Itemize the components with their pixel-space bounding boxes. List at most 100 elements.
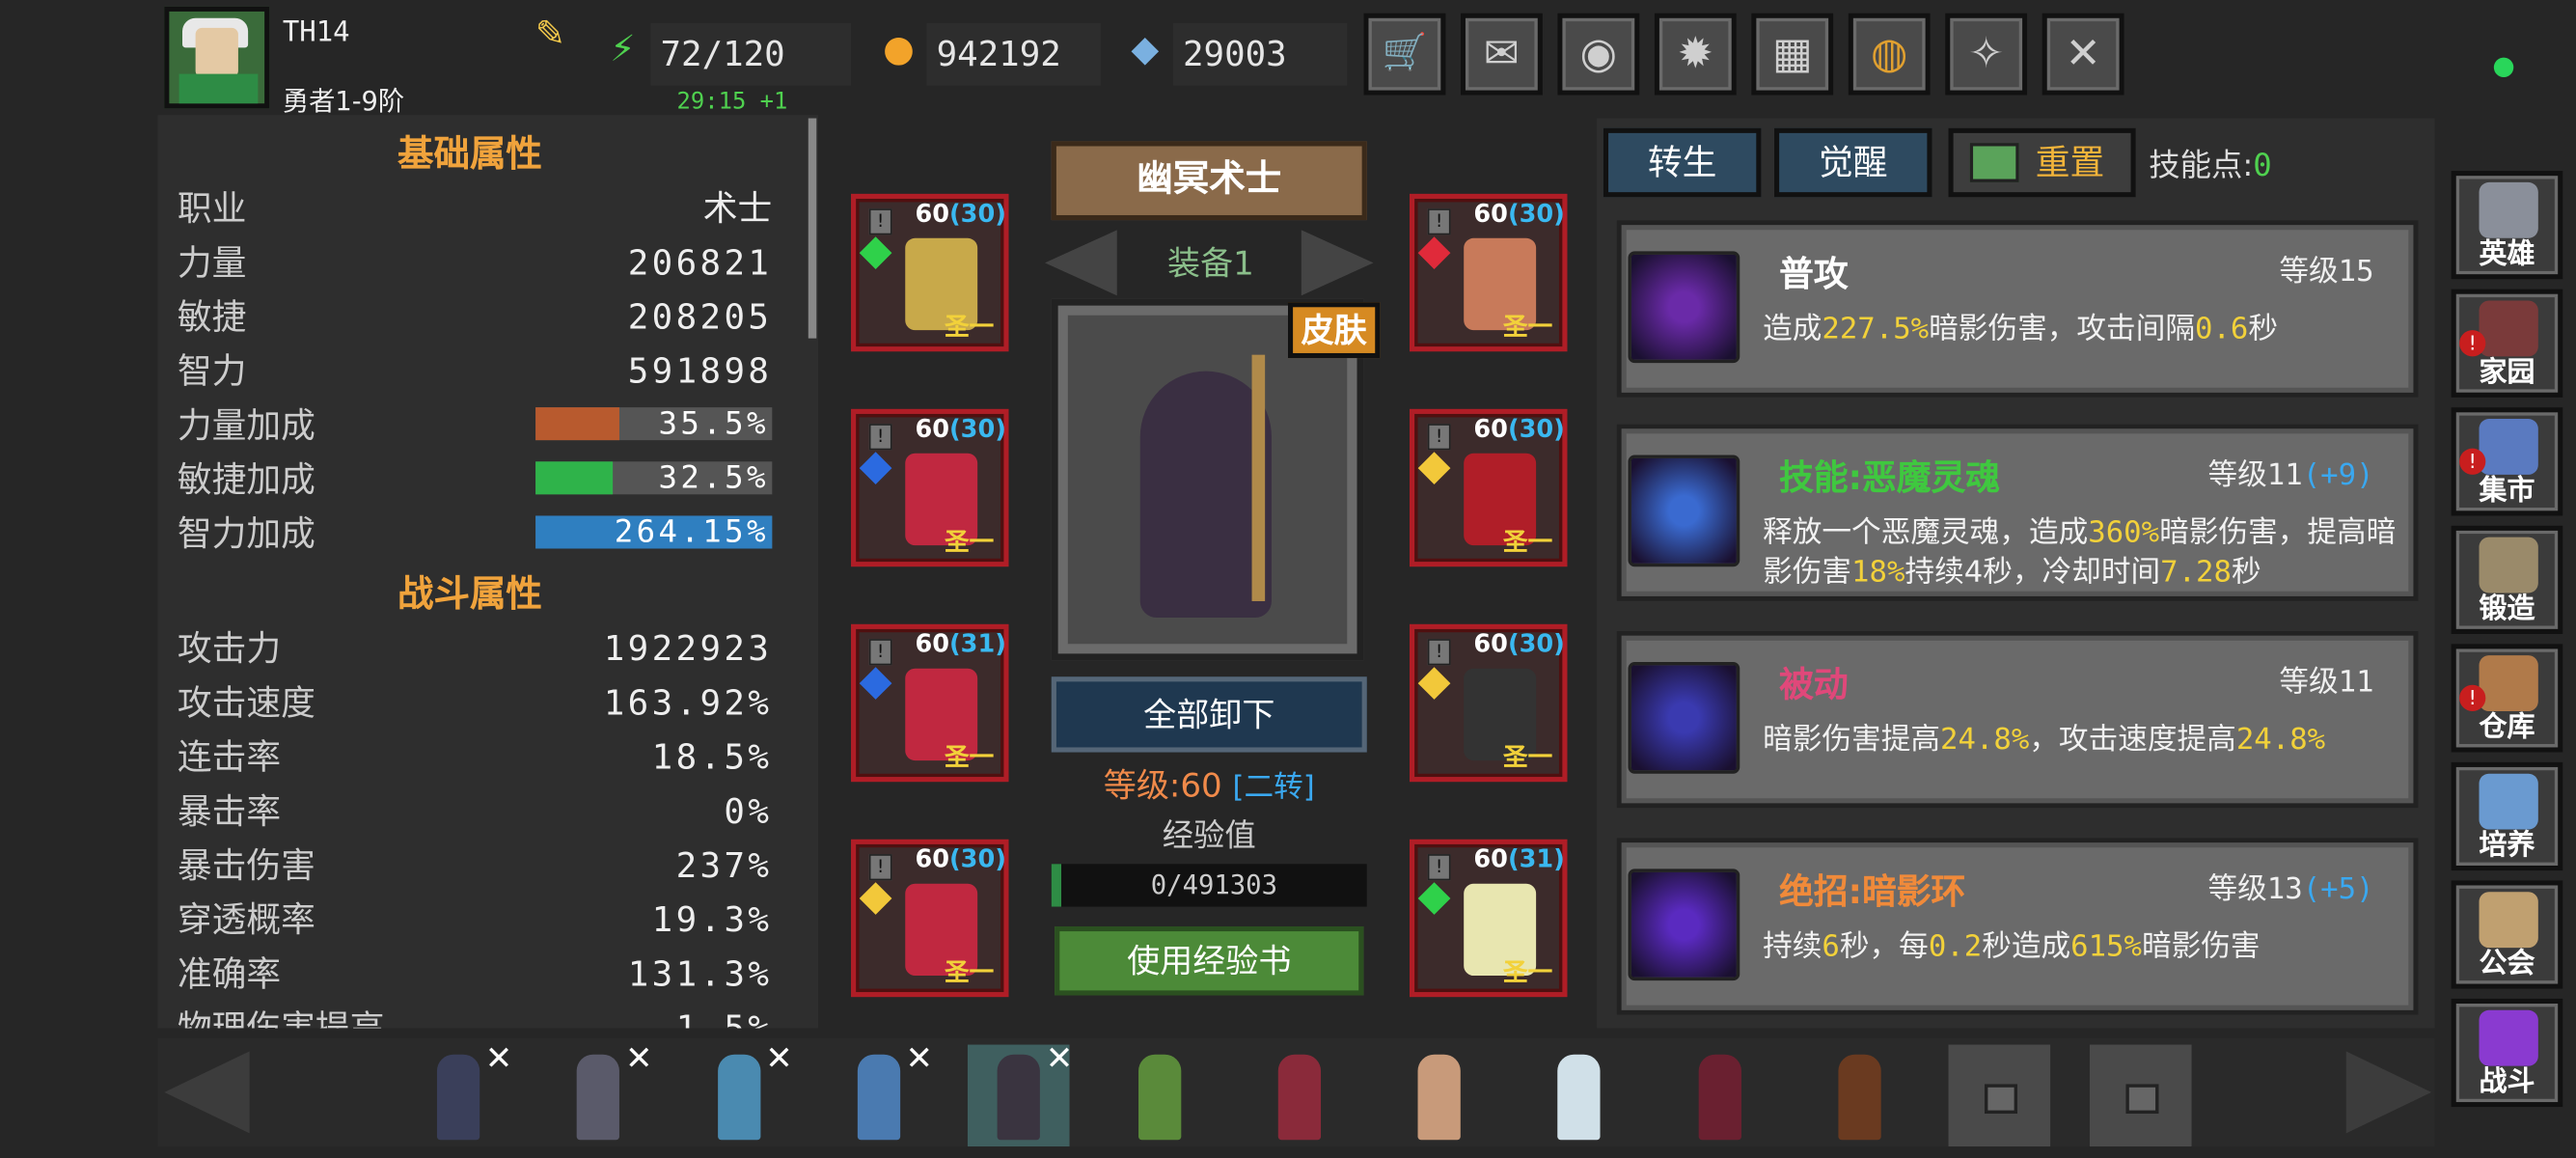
hero-slot[interactable]: [1809, 1045, 1911, 1147]
prev-equip-set-arrow-icon[interactable]: [1044, 230, 1117, 296]
remove-icon[interactable]: ✕: [625, 1038, 653, 1078]
lock-icon[interactable]: !: [868, 854, 892, 881]
nav-chest-button[interactable]: 仓库!: [2451, 644, 2563, 753]
cart-icon[interactable]: 🛒: [1363, 13, 1446, 96]
slot-level: 60(30): [915, 414, 1005, 444]
hero-slot[interactable]: ✕: [828, 1038, 933, 1147]
nav-chalice-button[interactable]: 培养: [2451, 761, 2563, 871]
skill-card[interactable]: 普攻 等级15 造成227.5%暗影伤害，攻击间隔0.6秒: [1616, 220, 2419, 398]
rebirth-tab[interactable]: 转生: [1603, 127, 1762, 198]
locked-hero-slot[interactable]: [1949, 1044, 2051, 1147]
mail-icon[interactable]: ✉: [1460, 13, 1543, 96]
nav-castle-button[interactable]: 家园!: [2451, 289, 2563, 398]
gem-icon: [1417, 452, 1451, 484]
locked-hero-slot[interactable]: [2089, 1044, 2191, 1147]
skill-text: 暗影伤害: [2141, 929, 2261, 965]
hero-level: 等级:60 [二转]: [1052, 758, 1367, 806]
stat-value: 591898: [627, 351, 773, 392]
attribute-scrollbar[interactable]: [808, 118, 817, 339]
use-exp-book-button[interactable]: 使用经验书: [1055, 925, 1364, 996]
lightning-plus-icon[interactable]: ⚡: [601, 30, 644, 72]
avatar-body: [178, 73, 259, 104]
skill-card[interactable]: 技能:恶魔灵魂 等级11(+9) 释放一个恶魔灵魂，造成360%暗影伤害，提高暗影伤…: [1616, 424, 2419, 601]
alert-icon: !: [2459, 448, 2486, 475]
slot-plus-value: (31): [1507, 843, 1565, 874]
gear-icon[interactable]: ✹: [1654, 13, 1737, 96]
edit-icon[interactable]: ✎: [529, 14, 571, 57]
slot-grade: 圣一: [1503, 957, 1553, 987]
fireworks-icon[interactable]: ✧: [1945, 13, 2028, 96]
unequip-all-button[interactable]: 全部卸下: [1051, 676, 1367, 753]
bonus-bar: 32.5%: [535, 461, 773, 495]
equipment-slot[interactable]: ! 60(31) 圣一: [1410, 839, 1568, 998]
hero-slot[interactable]: ✕: [688, 1038, 793, 1147]
hero-figure-icon: [997, 1054, 1041, 1141]
gold-coin-icon[interactable]: ●: [877, 30, 919, 72]
skin-button[interactable]: 皮肤: [1287, 302, 1381, 359]
nav-lion-button[interactable]: 公会: [2451, 880, 2563, 989]
reset-button[interactable]: 重置: [1948, 127, 2136, 198]
skill-points-label: 技能点:: [2149, 148, 2254, 184]
color-wheel-icon[interactable]: ◍: [1848, 13, 1931, 96]
hero-slot[interactable]: ✕: [968, 1038, 1073, 1147]
attribute-panel[interactable]: 基础属性 职业 术士 力量 206821 敏捷 208205 智力 591898 力量加成 35.…: [157, 115, 818, 1029]
slot-level-value: 60: [915, 628, 950, 659]
nav-helmet-button[interactable]: 英雄: [2451, 171, 2563, 280]
nav-anvil-button[interactable]: 锻造: [2451, 525, 2563, 635]
stat-label: 力量加成: [177, 405, 315, 446]
lock-icon[interactable]: !: [868, 208, 892, 235]
hero-slot[interactable]: [1109, 1045, 1211, 1147]
equipment-slot[interactable]: ! 60(30) 圣一: [851, 839, 1009, 998]
lock-icon[interactable]: !: [868, 639, 892, 666]
stat-value: 206821: [627, 242, 773, 283]
lock-icon[interactable]: !: [1427, 424, 1451, 451]
lock-icon[interactable]: !: [1427, 854, 1451, 881]
lock-icon[interactable]: !: [1427, 639, 1451, 666]
remove-icon[interactable]: ✕: [905, 1038, 933, 1078]
equipment-slot[interactable]: ! 60(30) 圣一: [1410, 623, 1568, 783]
remove-icon[interactable]: ✕: [765, 1038, 793, 1078]
skill-value: 227.5%: [1822, 312, 1930, 347]
remove-icon[interactable]: ✕: [1046, 1038, 1074, 1078]
gem-icon: [1417, 236, 1451, 269]
gift-icon[interactable]: ▦: [1751, 13, 1834, 96]
stat-value: 35.5%: [658, 405, 769, 442]
stat-row: 敏捷 208205: [178, 292, 772, 342]
stat-label: 敏捷: [177, 297, 247, 337]
lock-icon[interactable]: !: [1427, 208, 1451, 235]
skill-card[interactable]: 被动 等级11 暗影伤害提高24.8%，攻击速度提高24.8%: [1616, 630, 2419, 809]
awaken-tab[interactable]: 觉醒: [1774, 127, 1932, 198]
equipment-slot[interactable]: ! 60(30) 圣一: [1410, 408, 1568, 567]
hero-slot[interactable]: [1669, 1045, 1771, 1147]
equipment-slot[interactable]: ! 60(30) 圣一: [1410, 193, 1568, 352]
advance-label: [二转]: [1232, 770, 1315, 806]
hero-slot[interactable]: [1388, 1045, 1491, 1147]
hero-slot[interactable]: [1248, 1045, 1351, 1147]
player-avatar[interactable]: [164, 6, 270, 109]
alert-icon: !: [2459, 330, 2486, 357]
gem-icon: [859, 882, 892, 915]
swords-icon[interactable]: ✕: [2042, 13, 2124, 96]
skill-value: 615%: [2070, 929, 2142, 965]
nav-label: 锻造: [2479, 593, 2535, 626]
skill-points-value: 0: [2253, 148, 2272, 184]
hero-slot[interactable]: ✕: [548, 1038, 653, 1147]
lock-icon[interactable]: !: [868, 424, 892, 451]
next-equip-set-arrow-icon[interactable]: [1301, 230, 1374, 296]
equipment-slot[interactable]: ! 60(30) 圣一: [851, 193, 1009, 352]
gamepad-icon[interactable]: ◉: [1557, 13, 1640, 96]
nav-portal-button[interactable]: 战斗: [2451, 998, 2563, 1108]
equip-set-label: 装备1: [1167, 242, 1254, 283]
slot-plus-value: (30): [1507, 628, 1565, 659]
gem-plus-icon[interactable]: ◆: [1124, 30, 1166, 72]
remove-icon[interactable]: ✕: [485, 1038, 513, 1078]
skill-card[interactable]: 绝招:暗影环 等级13(+5) 持续6秒，每0.2秒造成615%暗影伤害: [1616, 838, 2419, 1015]
hero-slot[interactable]: [1528, 1045, 1631, 1147]
nav-market-button[interactable]: 集市!: [2451, 407, 2563, 516]
equipment-slot[interactable]: ! 60(30) 圣一: [851, 408, 1009, 567]
equipment-slot[interactable]: ! 60(31) 圣一: [851, 623, 1009, 783]
hero-slot[interactable]: ✕: [407, 1038, 512, 1147]
skill-level-bonus: (+9): [2302, 457, 2374, 493]
hero-figure-icon: [436, 1054, 480, 1141]
bonus-bar-fill: [535, 461, 613, 495]
